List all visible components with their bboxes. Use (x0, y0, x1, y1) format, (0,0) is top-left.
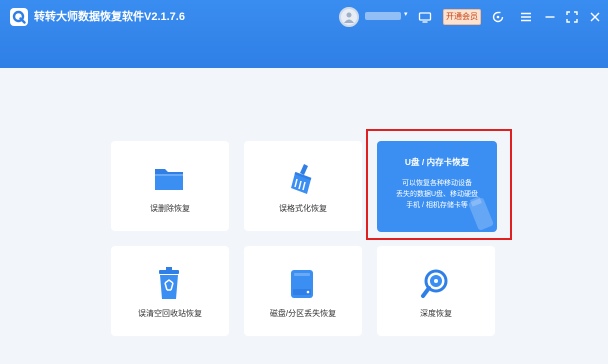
broom-icon (291, 164, 312, 194)
card-deep-recovery[interactable]: 深度恢复 (377, 246, 495, 336)
card-label: 深度恢复 (420, 309, 452, 318)
card-label: 误格式化恢复 (279, 204, 327, 213)
card-recycle-bin-recovery[interactable]: 误清空回收站恢复 (111, 246, 229, 336)
app-title: 转转大师数据恢复软件V2.1.7.6 (34, 11, 185, 23)
card-label: 误删除恢复 (150, 204, 190, 213)
username-text[interactable] (365, 12, 401, 20)
support-icon[interactable] (491, 10, 505, 24)
app-logo-icon (10, 8, 28, 26)
card-deleted-recovery[interactable]: 误删除恢复 (111, 141, 229, 231)
avatar-icon[interactable] (339, 7, 359, 27)
card-label: 误清空回收站恢复 (138, 309, 202, 318)
card-partition-recovery[interactable]: 磁盘/分区丢失恢复 (244, 246, 362, 336)
selection-highlight (366, 129, 512, 240)
minimize-icon[interactable] (543, 10, 557, 24)
maximize-icon[interactable] (565, 10, 579, 24)
close-icon[interactable] (588, 10, 602, 24)
chevron-down-icon[interactable]: ▾ (404, 11, 408, 19)
title-bar: 转转大师数据恢复软件V2.1.7.6 ▾ 开通会员 (0, 0, 608, 68)
monitor-icon[interactable] (418, 10, 432, 24)
deep-scan-icon (421, 269, 448, 298)
folder-icon (155, 169, 183, 190)
menu-icon[interactable] (519, 10, 533, 24)
vip-button[interactable]: 开通会员 (443, 9, 481, 25)
card-format-recovery[interactable]: 误格式化恢复 (244, 141, 362, 231)
recycle-bin-icon (159, 267, 179, 299)
disk-icon (291, 270, 313, 298)
card-label: 磁盘/分区丢失恢复 (269, 309, 337, 318)
